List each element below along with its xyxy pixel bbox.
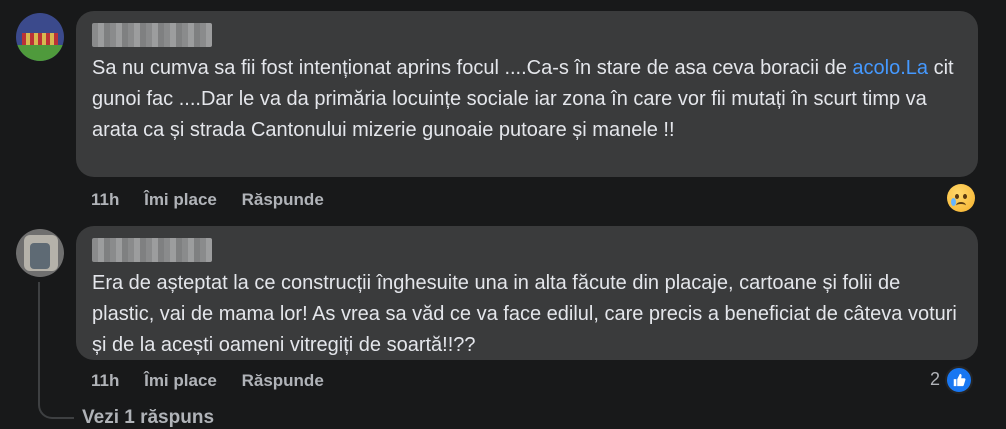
comment-bubble: Sa nu cumva sa fii fost intenționat apri…: [76, 11, 978, 177]
avatar[interactable]: [16, 229, 64, 277]
reply-thread-line: [38, 282, 74, 419]
timestamp[interactable]: 11h: [91, 190, 119, 210]
comment-actions: 11h Îmi place Răspunde: [91, 371, 344, 391]
comment-actions: 11h Îmi place Răspunde: [91, 190, 344, 210]
comment-link[interactable]: acolo.La: [852, 57, 928, 79]
author-name-blurred[interactable]: [92, 23, 212, 47]
comment-text: Era de așteptat la ce construcții înghes…: [92, 272, 957, 356]
reply-button[interactable]: Răspunde: [242, 371, 324, 391]
view-replies-link[interactable]: Vezi 1 răspuns: [82, 407, 214, 429]
crying-face-icon[interactable]: [947, 184, 975, 212]
reaction-count[interactable]: 2: [930, 369, 940, 390]
comment-text: Sa nu cumva sa fii fost intenționat apri…: [92, 57, 954, 141]
like-button[interactable]: Îmi place: [144, 371, 217, 391]
like-icon[interactable]: [945, 366, 973, 394]
reply-button[interactable]: Răspunde: [242, 190, 324, 210]
avatar[interactable]: [16, 13, 64, 61]
timestamp[interactable]: 11h: [91, 371, 119, 391]
author-name-blurred[interactable]: [92, 238, 212, 262]
comment-bubble: Era de așteptat la ce construcții înghes…: [76, 226, 978, 360]
like-button[interactable]: Îmi place: [144, 190, 217, 210]
